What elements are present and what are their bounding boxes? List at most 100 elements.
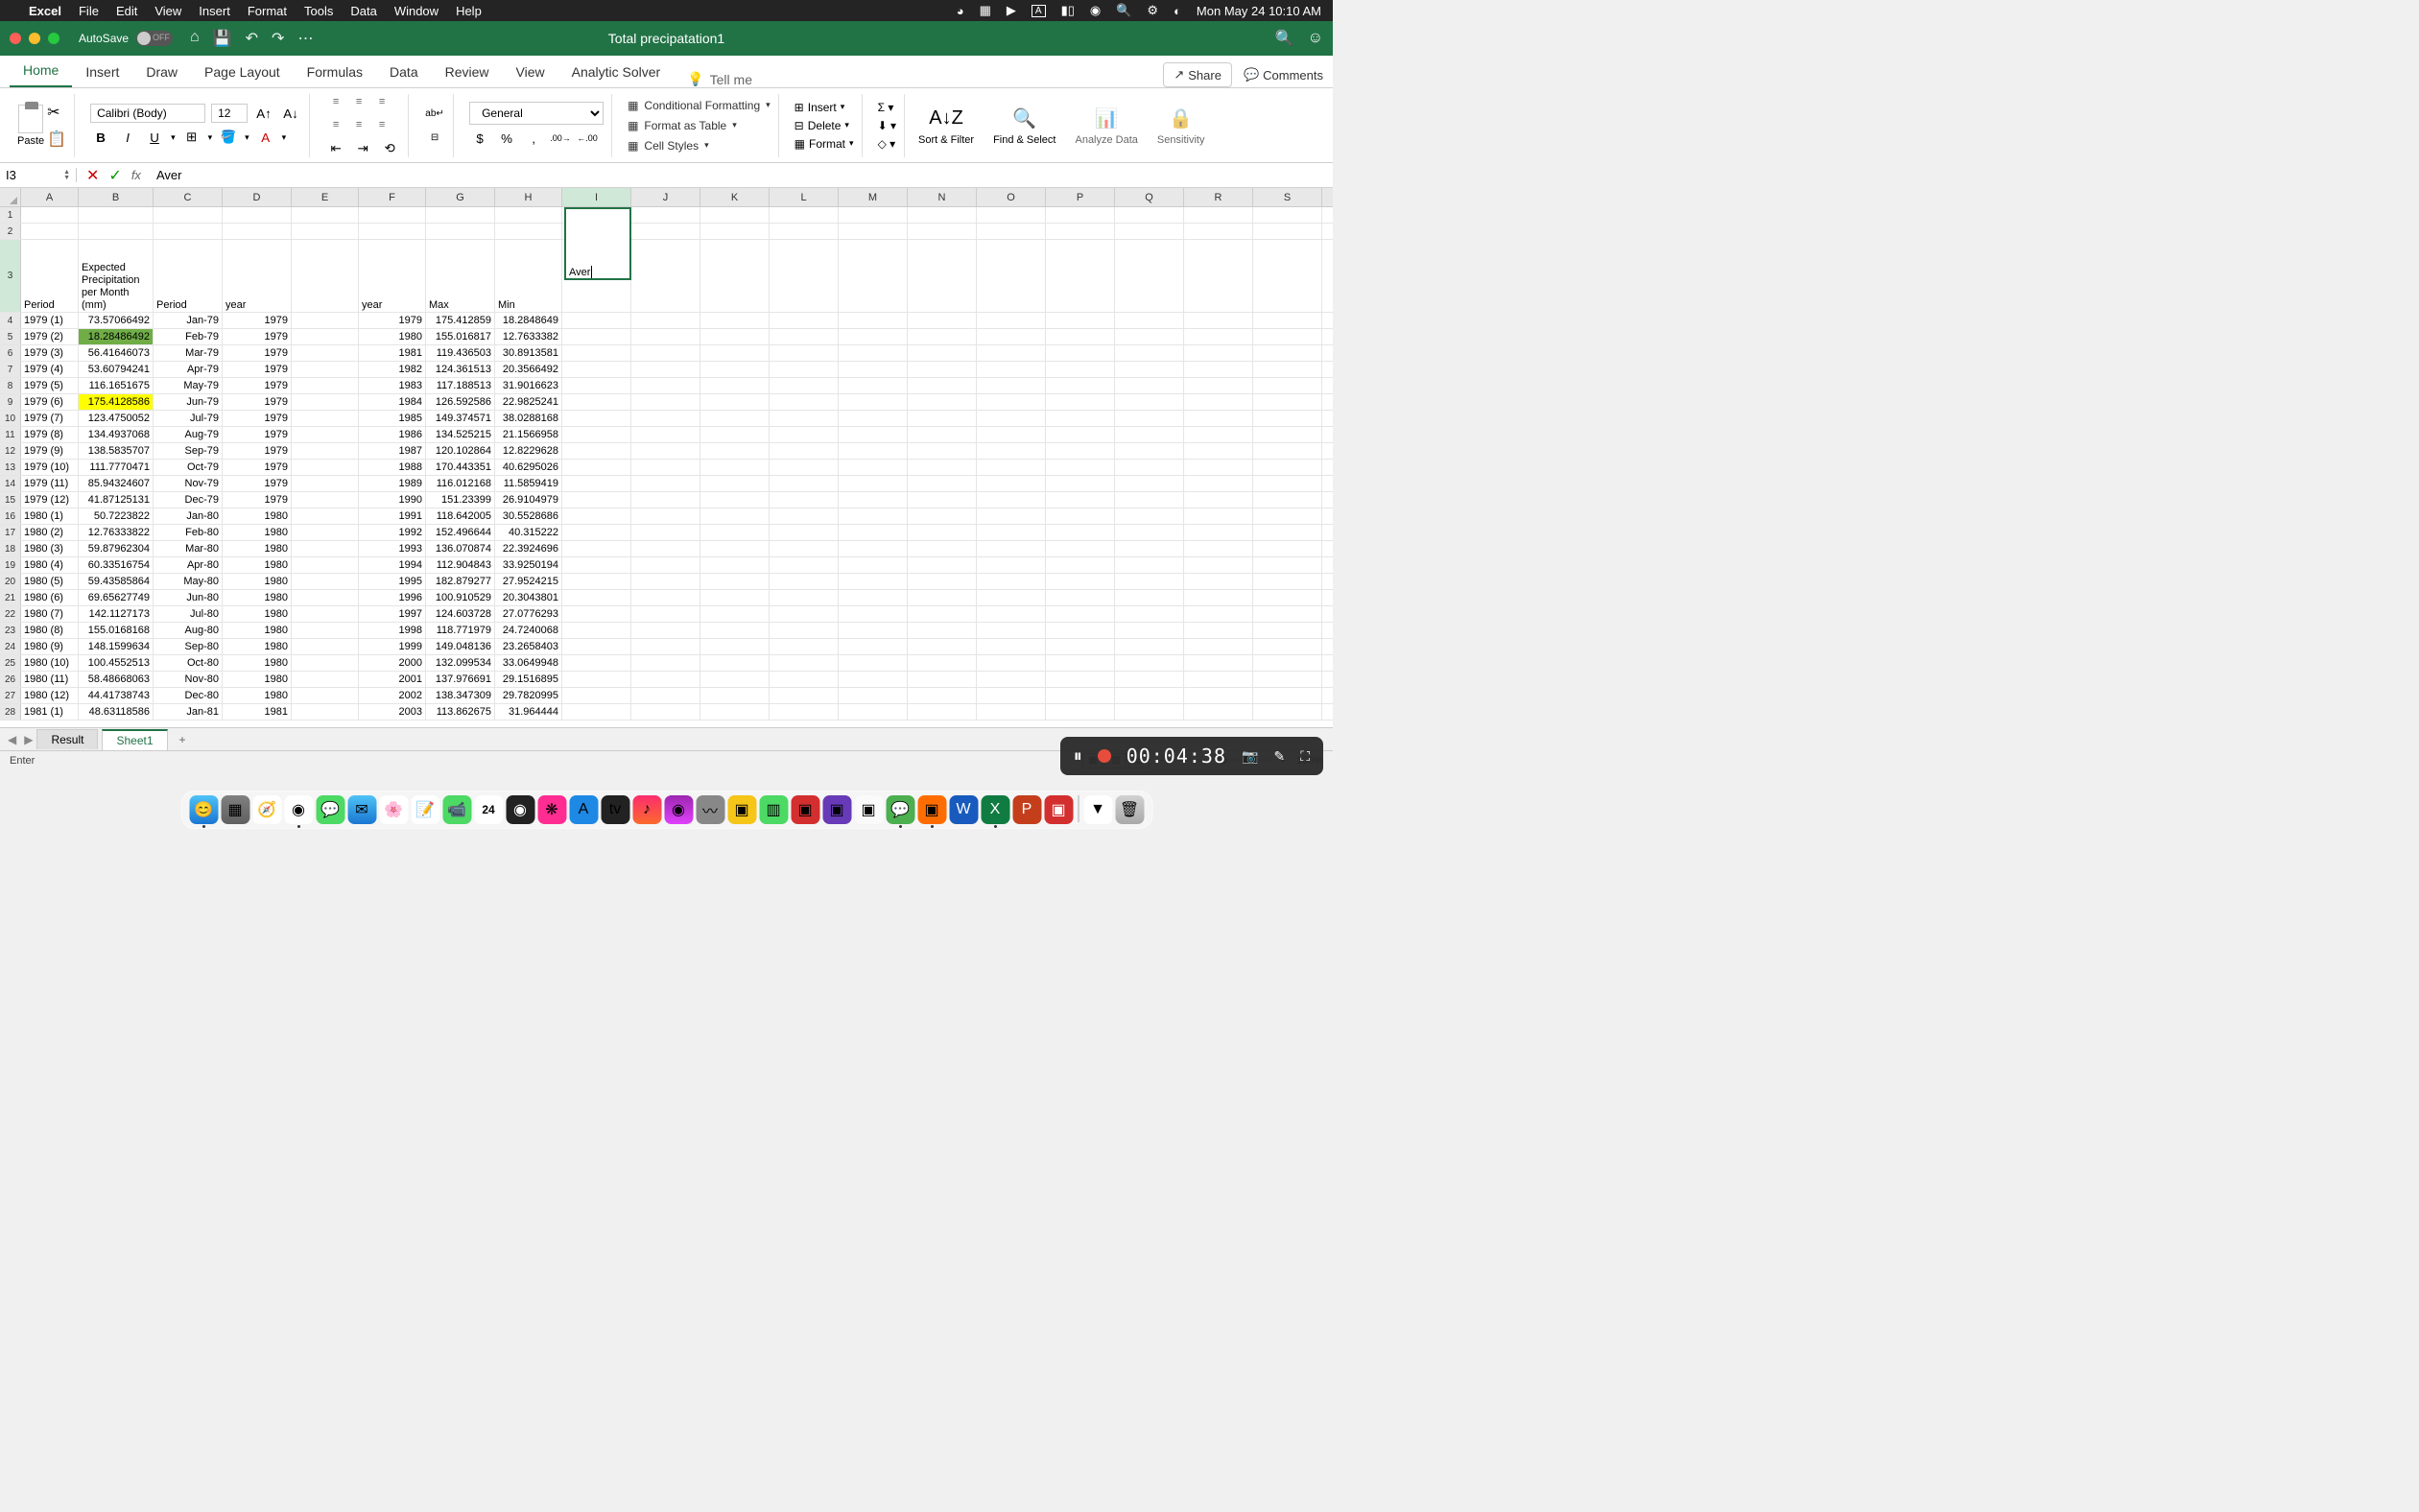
cell[interactable] (700, 492, 770, 508)
cell[interactable] (631, 207, 700, 223)
cell[interactable]: 2001 (359, 672, 426, 687)
dock-app-yellow[interactable]: ▣ (727, 795, 756, 824)
cell[interactable] (631, 427, 700, 442)
cell[interactable]: 1979 (223, 362, 292, 377)
cell[interactable] (631, 460, 700, 475)
cell[interactable] (1115, 224, 1184, 239)
dock-wechat[interactable]: 💬 (886, 795, 914, 824)
dock-safari[interactable]: 🧭 (252, 795, 281, 824)
tab-data[interactable]: Data (376, 57, 432, 87)
cell[interactable]: 27.9524215 (495, 574, 562, 589)
column-header[interactable]: B (79, 188, 154, 206)
cell[interactable] (1046, 541, 1115, 556)
cell[interactable]: 30.8913581 (495, 345, 562, 361)
row-header[interactable]: 5 (0, 329, 21, 344)
cell[interactable]: 1979 (6) (21, 394, 79, 410)
cell[interactable] (1184, 476, 1253, 491)
dock-rdc[interactable]: ▣ (1044, 795, 1073, 824)
row-header[interactable]: 9 (0, 394, 21, 410)
cell[interactable] (977, 704, 1046, 720)
tell-me[interactable]: 💡 Tell me (687, 71, 752, 87)
sort-filter-button[interactable]: A↓Z Sort & Filter (913, 106, 980, 146)
cell[interactable] (292, 345, 359, 361)
cell[interactable]: Jan-80 (154, 508, 223, 524)
wrap-text-button[interactable]: ab↵ (424, 103, 445, 124)
cell[interactable] (292, 672, 359, 687)
cell[interactable]: 175.4128586 (79, 394, 154, 410)
row-header[interactable]: 1 (0, 207, 21, 223)
cell[interactable] (908, 508, 977, 524)
cell[interactable]: year (223, 240, 292, 312)
comments-button[interactable]: 💬 Comments (1244, 67, 1323, 83)
cell[interactable] (908, 378, 977, 393)
cell[interactable] (700, 329, 770, 344)
cell[interactable]: 118.771979 (426, 623, 495, 638)
cell[interactable]: 1980 (2) (21, 525, 79, 540)
cell[interactable]: year (359, 240, 426, 312)
cell[interactable] (562, 460, 631, 475)
cell[interactable] (562, 345, 631, 361)
cell[interactable] (631, 443, 700, 459)
cell[interactable]: 1979 (223, 427, 292, 442)
column-header[interactable]: I (562, 188, 631, 206)
cell[interactable] (495, 207, 562, 223)
cell[interactable] (700, 427, 770, 442)
cell[interactable]: 1980 (223, 606, 292, 622)
increase-decimal-button[interactable]: .00→ (550, 128, 571, 149)
sheet-prev-icon[interactable]: ◀ (8, 733, 16, 746)
cell[interactable] (292, 329, 359, 344)
cell[interactable] (631, 623, 700, 638)
cell[interactable]: 1998 (359, 623, 426, 638)
minimize-window-button[interactable] (29, 33, 40, 44)
decrease-font-icon[interactable]: A↓ (280, 103, 301, 124)
cell[interactable] (700, 313, 770, 328)
cell[interactable] (839, 688, 908, 703)
cell[interactable]: 113.862675 (426, 704, 495, 720)
align-middle-button[interactable]: ≡ (348, 91, 369, 112)
cell[interactable]: Mar-79 (154, 345, 223, 361)
cell[interactable] (839, 623, 908, 638)
cell[interactable] (1184, 623, 1253, 638)
cell[interactable] (1115, 378, 1184, 393)
cell[interactable] (1046, 345, 1115, 361)
menu-format[interactable]: Format (248, 4, 287, 18)
dock-app-purple[interactable]: ▣ (822, 795, 851, 824)
cell[interactable] (631, 508, 700, 524)
cell[interactable]: 1980 (12) (21, 688, 79, 703)
cell[interactable] (359, 224, 426, 239)
cell[interactable] (1253, 492, 1322, 508)
column-header[interactable]: K (700, 188, 770, 206)
cell[interactable] (1046, 672, 1115, 687)
row-header[interactable]: 2 (0, 224, 21, 239)
cell[interactable] (631, 345, 700, 361)
cell[interactable] (292, 411, 359, 426)
cell[interactable] (908, 207, 977, 223)
cell[interactable] (1184, 443, 1253, 459)
cell[interactable] (908, 639, 977, 654)
cell[interactable] (1184, 460, 1253, 475)
number-format-select[interactable]: General (469, 102, 604, 125)
cell[interactable] (1184, 525, 1253, 540)
cell[interactable] (1184, 655, 1253, 671)
cell[interactable]: 12.8229628 (495, 443, 562, 459)
italic-button[interactable]: I (117, 127, 138, 148)
cell[interactable] (1253, 508, 1322, 524)
menu-view[interactable]: View (154, 4, 181, 18)
cell[interactable] (770, 574, 839, 589)
align-left-button[interactable]: ≡ (325, 114, 346, 135)
cell[interactable] (1184, 427, 1253, 442)
cell[interactable]: 48.63118586 (79, 704, 154, 720)
autosum-button[interactable]: Σ ▾ (878, 100, 896, 115)
share-button[interactable]: ↗ Share (1163, 62, 1232, 87)
clear-button[interactable]: ◇ ▾ (878, 136, 896, 152)
dock-calendar[interactable]: 24 (474, 795, 503, 824)
cell[interactable] (977, 606, 1046, 622)
cell[interactable]: 1981 (1) (21, 704, 79, 720)
dock-music[interactable]: ♪ (632, 795, 661, 824)
datetime[interactable]: Mon May 24 10:10 AM (1197, 4, 1321, 18)
cell[interactable] (770, 362, 839, 377)
cell[interactable] (562, 541, 631, 556)
cell[interactable] (700, 639, 770, 654)
cell[interactable]: 1980 (223, 541, 292, 556)
cell[interactable]: Nov-79 (154, 476, 223, 491)
